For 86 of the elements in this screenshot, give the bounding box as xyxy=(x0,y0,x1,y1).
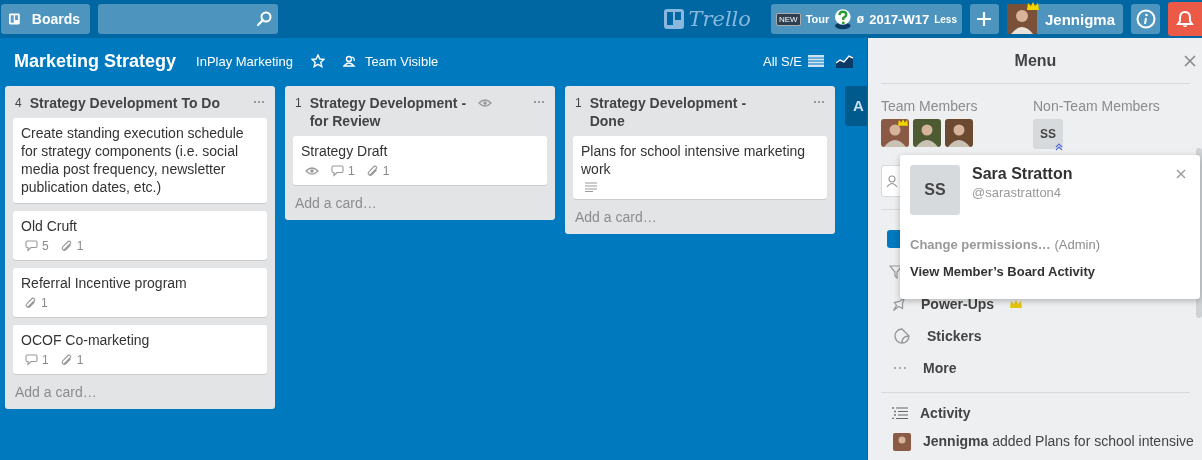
logo-text: Trello xyxy=(688,7,751,31)
avatar[interactable] xyxy=(913,119,941,147)
comment-icon xyxy=(25,354,38,366)
paperclip-icon xyxy=(60,354,73,366)
card[interactable]: Plans for school intensive marketing work xyxy=(573,136,827,199)
activity-text: Jennigma added Plans for school intensive xyxy=(923,433,1194,449)
add-button[interactable] xyxy=(969,4,999,34)
section-title: Activity xyxy=(920,405,971,421)
badge-count: 1 xyxy=(76,239,84,253)
paperclip-icon xyxy=(25,297,37,309)
bell-icon xyxy=(1176,10,1194,28)
avatar[interactable] xyxy=(945,119,973,147)
card[interactable]: Old Cruft 5 1 xyxy=(13,211,267,260)
badge-count: 1 xyxy=(76,353,84,367)
plus-icon xyxy=(976,11,993,27)
add-list-button[interactable]: A xyxy=(845,86,867,126)
filter-icon[interactable] xyxy=(889,264,903,279)
sticker-icon xyxy=(893,327,911,345)
card-title: Referral Incentive program xyxy=(21,274,188,292)
notifications-button[interactable] xyxy=(1168,2,1202,36)
list-title[interactable]: Strategy Development - Done xyxy=(589,94,783,130)
card[interactable]: Referral Incentive program 1 xyxy=(13,268,267,317)
menu-item[interactable]: Power-Ups xyxy=(881,288,1202,320)
card[interactable]: Strategy Draft 1 1 xyxy=(293,136,547,185)
card-title: OCOF Co-marketing xyxy=(21,331,151,349)
filter-button[interactable]: All S/E xyxy=(763,53,824,69)
badge-count: 1 xyxy=(42,353,49,367)
chevrons-icon xyxy=(1055,143,1063,151)
avatar[interactable] xyxy=(881,119,909,147)
search-field[interactable] xyxy=(98,4,278,34)
member-initials[interactable]: SS xyxy=(1033,119,1063,149)
tour-button[interactable]: NEW Tour ø 2017-W17 Less xyxy=(770,4,962,34)
menu-item[interactable]: More xyxy=(881,352,1202,384)
boards-icon xyxy=(9,11,20,27)
more-icon[interactable] xyxy=(813,100,825,104)
card-title: Plans for school intensive marketing work xyxy=(581,142,807,178)
team-icon xyxy=(342,54,357,68)
card-title: Strategy Draft xyxy=(301,142,389,160)
member-initials: SS xyxy=(910,165,960,215)
card-title: Old Cruft xyxy=(21,217,78,235)
paperclip-icon xyxy=(366,165,379,177)
card-count: 1 xyxy=(295,95,302,110)
card-count: 1 xyxy=(575,95,582,110)
badge-count: 5 xyxy=(42,239,49,253)
menu-title: Menu xyxy=(1014,51,1057,70)
comment-icon xyxy=(25,240,38,252)
info-icon xyxy=(1135,9,1156,29)
more-icon xyxy=(893,366,907,370)
avatar xyxy=(893,433,911,451)
paperclip-icon xyxy=(60,240,73,252)
close-icon[interactable] xyxy=(1176,169,1186,179)
eye-icon xyxy=(305,166,319,176)
more-icon[interactable] xyxy=(533,100,545,104)
card-title: Create standing execution schedule for strategy components (i.e. social media post frequency, newsletter publication dates, etc.) xyxy=(21,124,245,196)
card-count: 4 xyxy=(15,95,22,110)
badge-count: 1 xyxy=(41,296,48,310)
member-username: @sarastratton4 xyxy=(972,185,1063,200)
list-title[interactable]: Strategy Development To Do xyxy=(29,94,223,112)
card[interactable]: Create standing execution schedule for strategy components (i.e. social media post frequency, newsletter publication dates, etc.) xyxy=(13,118,267,203)
rocket-icon xyxy=(893,297,905,311)
badge-count: 1 xyxy=(382,164,390,178)
card[interactable]: OCOF Co-marketing 1 1 xyxy=(13,325,267,374)
more-icon[interactable] xyxy=(253,100,265,104)
avatar xyxy=(1006,4,1037,34)
member-name: Sara Stratton xyxy=(972,165,1073,183)
popover-action[interactable]: View Member’s Board Activity xyxy=(910,258,1190,285)
comment-icon xyxy=(331,165,344,177)
help-icon xyxy=(834,8,852,30)
person-icon xyxy=(886,175,898,187)
section-label: Team Members xyxy=(881,98,979,114)
menu-item[interactable]: Stickers xyxy=(881,320,1202,352)
star-icon[interactable] xyxy=(310,54,325,68)
info-button[interactable] xyxy=(1131,4,1160,34)
board-title[interactable]: Marketing Strategy xyxy=(14,50,177,72)
list-view-icon xyxy=(808,55,824,67)
logo-icon xyxy=(664,9,685,29)
activity-icon xyxy=(892,407,908,419)
close-icon[interactable] xyxy=(1184,55,1196,67)
section-label: Non-Team Members xyxy=(1033,98,1161,114)
badge-count: 1 xyxy=(348,164,355,178)
visibility-button[interactable]: Team Visible xyxy=(342,53,439,69)
chart-icon[interactable] xyxy=(836,54,853,68)
list-title[interactable]: Strategy Development - for Review xyxy=(309,94,482,130)
description-icon xyxy=(585,182,597,192)
team-link[interactable]: InPlay Marketing xyxy=(196,53,293,69)
search-icon xyxy=(256,11,272,27)
